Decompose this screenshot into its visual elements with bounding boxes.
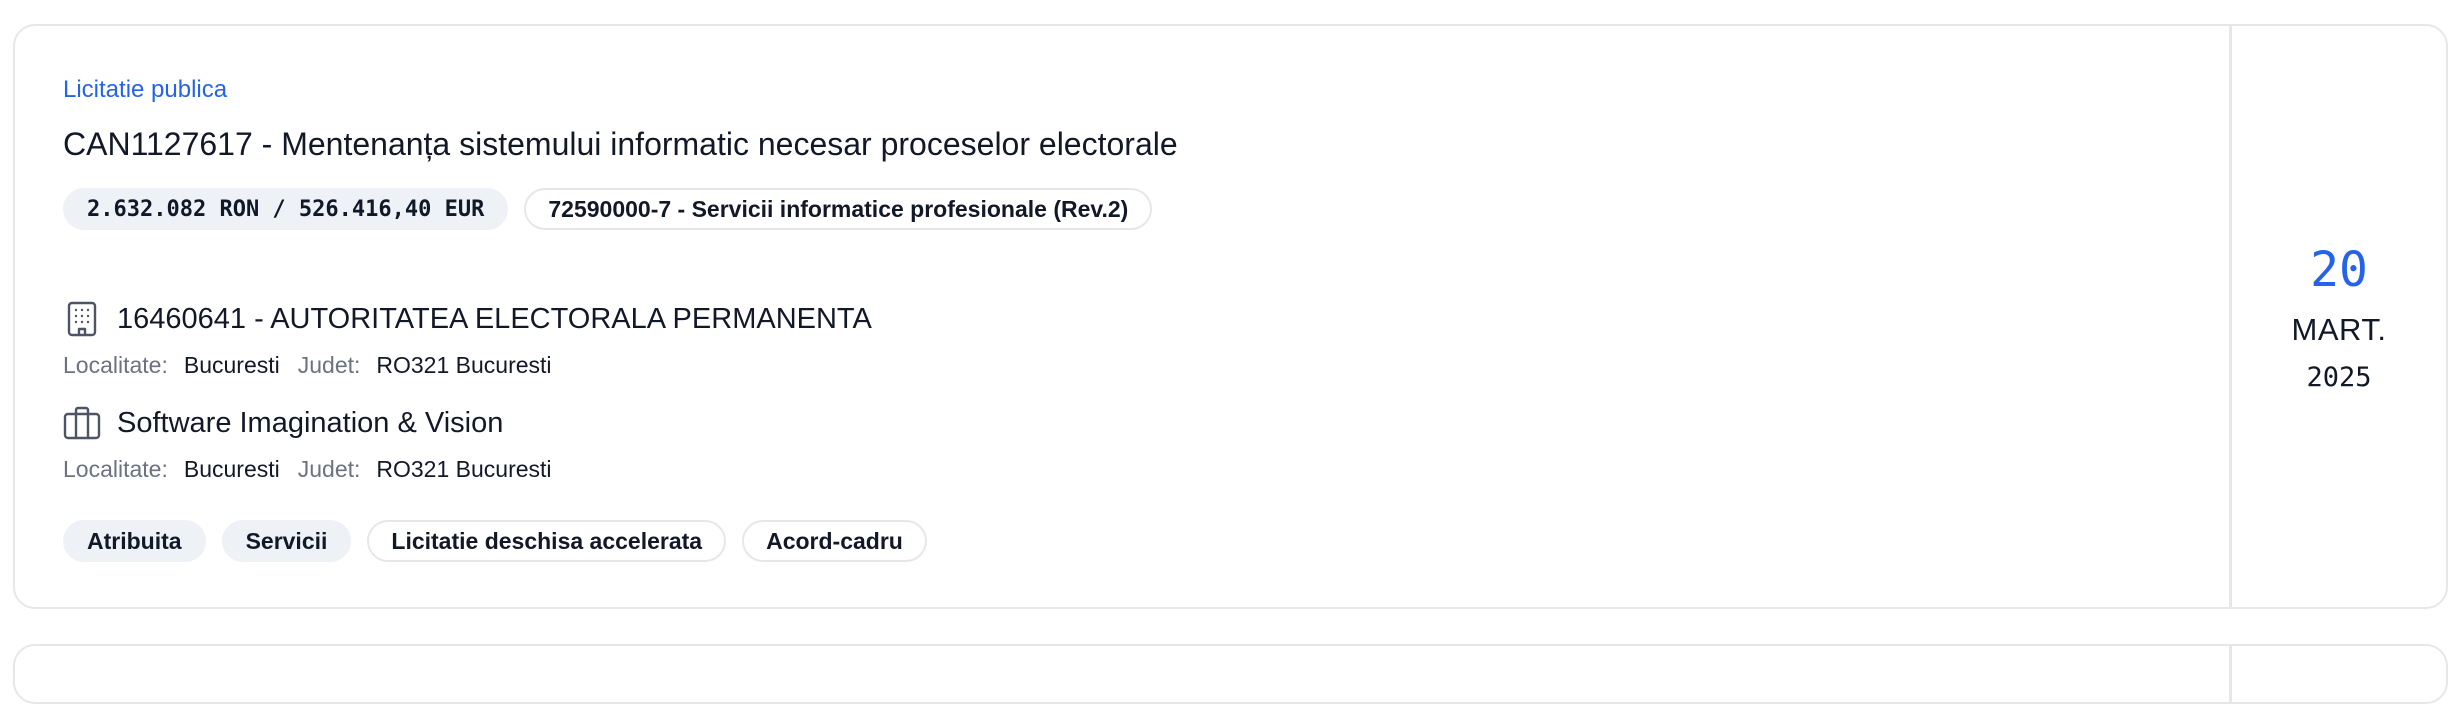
building-icon: [63, 300, 101, 338]
procedure-badge: Licitatie deschisa accelerata: [367, 520, 727, 562]
card-divider: [2229, 646, 2232, 702]
supplier-name[interactable]: Software Imagination & Vision: [117, 407, 503, 440]
county-label: Judet:: [297, 456, 361, 482]
supplier-row: Software Imagination & Vision: [63, 404, 503, 442]
date-month: MART.: [2291, 312, 2387, 347]
county-value: RO321 Bucuresti: [376, 352, 552, 378]
tender-card-main: Licitatie publica CAN1127617 - Mentenanț…: [15, 26, 2229, 607]
date-day: 20: [2310, 242, 2368, 298]
tender-card[interactable]: Licitatie publica CAN1127617 - Mentenanț…: [13, 24, 2448, 609]
locality-value: Bucuresti: [183, 456, 280, 482]
cpv-code-badge[interactable]: 72590000-7 - Servicii informatice profes…: [524, 188, 1153, 230]
date-panel: 20 MART. 2025: [2232, 26, 2446, 607]
county-label: Judet:: [297, 352, 361, 378]
locality-label: Localitate:: [63, 352, 168, 378]
procedure-type: Licitatie publica: [63, 76, 228, 103]
status-badge: Atribuita: [63, 520, 206, 562]
authority-row: 16460641 - AUTORITATEA ELECTORALA PERMAN…: [63, 300, 872, 338]
value-pill-row: 2.632.082 RON / 526.416,40 EUR 72590000-…: [63, 188, 1153, 230]
locality-value: Bucuresti: [183, 352, 280, 378]
contract-type-badge: Acord-cadru: [742, 520, 927, 562]
briefcase-icon: [63, 404, 101, 442]
authority-name[interactable]: 16460641 - AUTORITATEA ELECTORALA PERMAN…: [117, 303, 872, 336]
tender-title[interactable]: CAN1127617 - Mentenanța sistemului infor…: [63, 126, 1178, 163]
supplier-location: Localitate: Bucuresti Judet: RO321 Bucur…: [63, 456, 570, 483]
tag-row: Atribuita Servicii Licitatie deschisa ac…: [63, 520, 927, 562]
authority-location: Localitate: Bucuresti Judet: RO321 Bucur…: [63, 352, 570, 379]
next-tender-card[interactable]: [13, 644, 2448, 704]
county-value: RO321 Bucuresti: [376, 456, 552, 482]
locality-label: Localitate:: [63, 456, 168, 482]
category-badge: Servicii: [221, 520, 352, 562]
date-year: 2025: [2306, 362, 2372, 393]
contract-value-badge: 2.632.082 RON / 526.416,40 EUR: [63, 188, 509, 230]
